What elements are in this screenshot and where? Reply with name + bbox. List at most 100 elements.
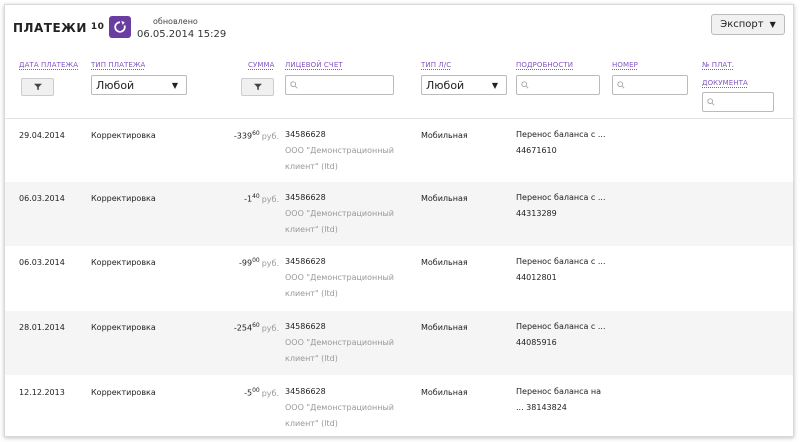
column-header-number[interactable]: НОМЕР	[612, 61, 638, 69]
column-header-account-type[interactable]: ТИП Л/С	[421, 61, 451, 69]
export-label: Экспорт	[720, 19, 764, 30]
number-search-input[interactable]	[612, 75, 688, 95]
column-header-doc-number[interactable]: № ПЛАТ.	[702, 61, 734, 69]
client-name-line2: клиент" (ltd)	[285, 354, 338, 363]
type-filter-value: Любой	[96, 78, 135, 92]
table-row[interactable]: 28.01.2014 Корректировка -25460 руб. 3458…	[5, 311, 793, 375]
account-number[interactable]: 34586628	[285, 127, 326, 143]
details-line1: Перенос баланса на	[516, 387, 602, 396]
amount-int: -254	[233, 323, 253, 333]
page-title: ПЛАТЕЖИ 10	[13, 21, 104, 35]
account-type-filter-select[interactable]: Любой ▼	[421, 75, 507, 95]
amount-frac: 00	[252, 387, 260, 394]
client-name-line2: клиент" (ltd)	[285, 225, 338, 234]
account-number[interactable]: 34586628	[285, 190, 326, 206]
table-row[interactable]: 29.04.2014 Корректировка -33960 руб. 3458…	[5, 119, 793, 183]
client-name-line2: клиент" (ltd)	[285, 162, 338, 171]
client-name-line2: клиент" (ltd)	[285, 289, 338, 298]
page-title-text: ПЛАТЕЖИ	[13, 21, 87, 35]
payment-date: 12.12.2013	[19, 388, 65, 397]
account-number[interactable]: 34586628	[285, 384, 326, 400]
account-type: Мобильная	[421, 323, 468, 332]
amount-frac: 40	[252, 193, 260, 200]
payment-date: 06.03.2014	[19, 194, 65, 203]
payment-date: 06.03.2014	[19, 258, 65, 267]
payment-type: Корректировка	[91, 323, 156, 332]
refresh-button[interactable]	[109, 16, 131, 38]
account-type: Мобильная	[421, 388, 468, 397]
table-row[interactable]: 06.03.2014 Корректировка -9900 руб. 34586…	[5, 246, 793, 310]
payment-type: Корректировка	[91, 131, 156, 140]
column-header-account[interactable]: ЛИЦЕВОЙ СЧЕТ	[285, 61, 343, 69]
export-button[interactable]: Экспорт ▼	[711, 14, 785, 35]
payments-count: 10	[90, 22, 105, 32]
details-line1: Перенос баланса с ...	[516, 322, 606, 331]
account-number[interactable]: 34586628	[285, 319, 326, 335]
payment-date: 29.04.2014	[19, 131, 65, 140]
details-line2: 44085916	[516, 338, 557, 347]
amount-int: -1	[244, 194, 253, 204]
account-type: Мобильная	[421, 131, 468, 140]
client-name-line2: клиент" (ltd)	[285, 419, 338, 428]
search-icon	[707, 98, 715, 106]
table-row[interactable]: 12.12.2013 Корректировка -500 руб. 345866…	[5, 376, 793, 436]
chevron-down-icon: ▼	[171, 80, 178, 90]
details-line2: 44313289	[516, 209, 557, 218]
amount-int: -99	[238, 258, 253, 268]
account-type: Мобильная	[421, 194, 468, 203]
table-row[interactable]: 06.03.2014 Корректировка -140 руб. 345866…	[5, 182, 793, 246]
search-icon	[521, 81, 529, 89]
payment-amount: -500 руб.	[199, 387, 279, 398]
client-name-line1: ООО "Демонстрационный	[285, 273, 394, 282]
currency: руб.	[261, 131, 279, 141]
client-name-line1: ООО "Демонстрационный	[285, 338, 394, 347]
column-header-type[interactable]: ТИП ПЛАТЕЖА	[91, 61, 145, 69]
payment-amount: -25460 руб.	[199, 322, 279, 333]
filter-icon	[33, 83, 42, 91]
details-line2: 44012801	[516, 273, 557, 282]
details-line1: Перенос баланса с ...	[516, 257, 606, 266]
client-name-line1: ООО "Демонстрационный	[285, 403, 394, 412]
column-header-sum[interactable]: СУММА	[248, 61, 275, 69]
payments-panel: ПЛАТЕЖИ 10 обновлено 06.05.2014 15:29 Экс…	[4, 4, 794, 437]
refresh-icon	[114, 20, 126, 33]
details-line1: Перенос баланса с ...	[516, 193, 606, 202]
updated-time: 06.05.2014 15:29	[137, 29, 227, 40]
details-line2: 44671610	[516, 146, 557, 155]
search-icon	[617, 81, 625, 89]
column-header-details[interactable]: ПОДРОБНОСТИ	[516, 61, 573, 69]
payment-type: Корректировка	[91, 258, 156, 267]
amount-int: -5	[244, 388, 253, 398]
amount-int: -339	[233, 131, 253, 141]
doc-number-search-input[interactable]	[702, 92, 774, 112]
currency: руб.	[261, 194, 279, 204]
sum-filter-button[interactable]	[241, 78, 274, 96]
client-name-line1: ООО "Демонстрационный	[285, 209, 394, 218]
payment-date: 28.01.2014	[19, 323, 65, 332]
client-name-line1: ООО "Демонстрационный	[285, 146, 394, 155]
payment-amount: -140 руб.	[199, 193, 279, 204]
amount-frac: 60	[252, 322, 260, 329]
currency: руб.	[261, 258, 279, 268]
details-line1: Перенос баланса с ...	[516, 130, 606, 139]
account-search-input[interactable]	[285, 75, 394, 95]
amount-frac: 60	[252, 130, 260, 137]
chevron-down-icon: ▼	[769, 20, 776, 29]
account-number[interactable]: 34586628	[285, 254, 326, 270]
filter-icon	[253, 83, 262, 91]
account-type-filter-value: Любой	[426, 78, 465, 92]
column-header-doc-number-2[interactable]: ДОКУМЕНТА	[702, 79, 748, 87]
details-line2: ... 38143824	[516, 403, 567, 412]
type-filter-select[interactable]: Любой ▼	[91, 75, 187, 95]
column-header-date[interactable]: ДАТА ПЛАТЕЖА	[19, 61, 78, 69]
updated-label: обновлено	[153, 17, 198, 26]
date-filter-button[interactable]	[21, 78, 54, 96]
search-icon	[290, 81, 298, 89]
currency: руб.	[261, 323, 279, 333]
payment-amount: -9900 руб.	[199, 257, 279, 268]
currency: руб.	[261, 388, 279, 398]
chevron-down-icon: ▼	[491, 80, 498, 90]
amount-frac: 00	[252, 257, 260, 264]
details-search-input[interactable]	[516, 75, 600, 95]
payment-type: Корректировка	[91, 388, 156, 397]
